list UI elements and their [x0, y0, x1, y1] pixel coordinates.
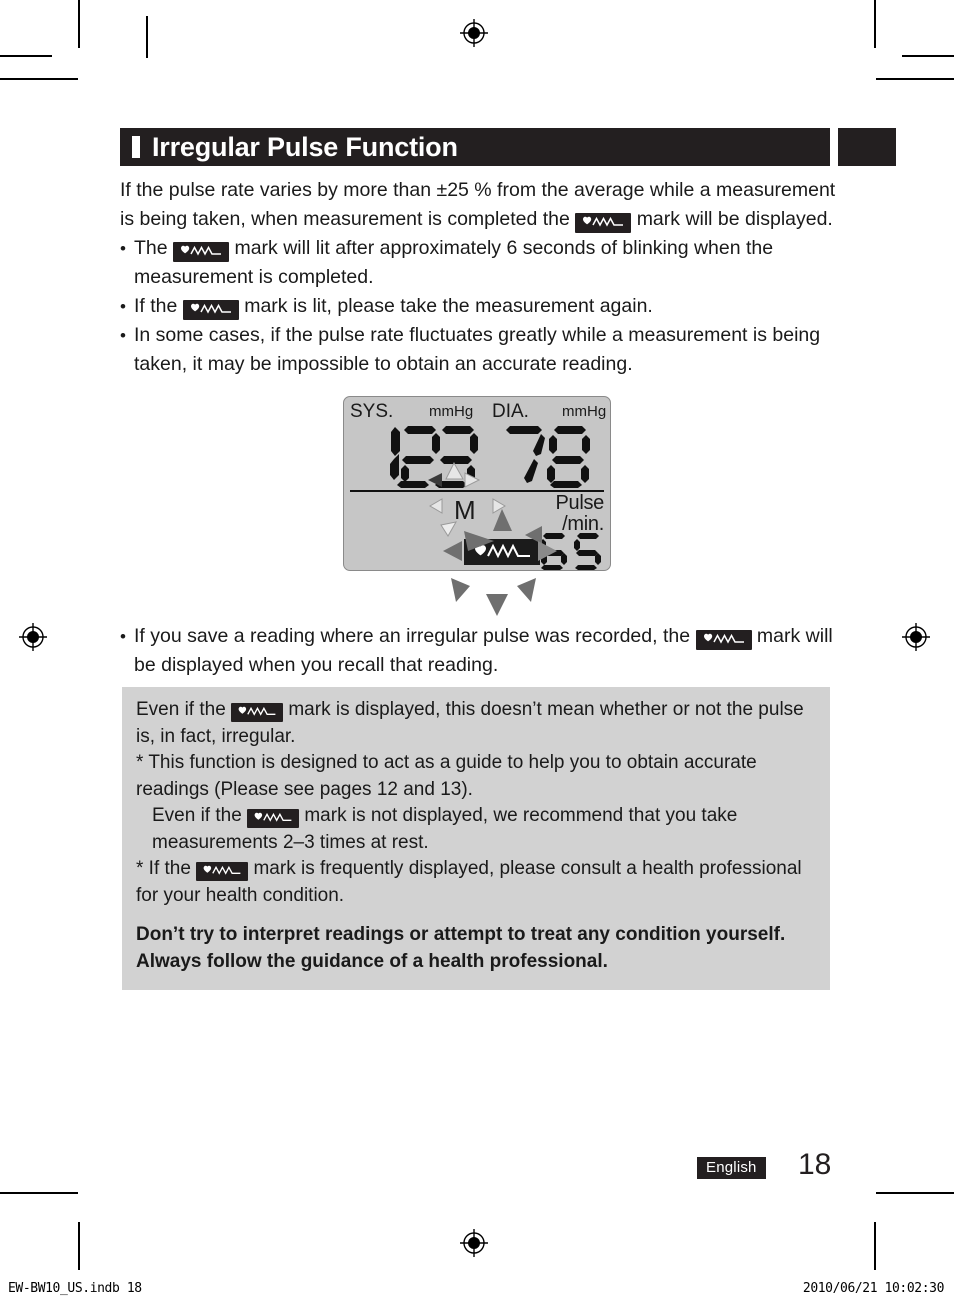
- print-file-name: EW-BW10_US.indb 18: [8, 1281, 142, 1296]
- crop-mark-top-right-horizontal: [902, 55, 954, 57]
- pointer-arrow-above-divider-right: [462, 471, 482, 489]
- language-badge: English: [697, 1157, 766, 1179]
- bullet-item-save-reading: • If you save a reading where an irregul…: [120, 622, 850, 680]
- main-content: If the pulse rate varies by more than ±2…: [120, 176, 850, 379]
- lcd-screen: SYS. mmHg DIA. mmHg M Pulse /min.: [343, 396, 611, 571]
- bullet-item-2-body: If the mark is lit, please take the meas…: [134, 292, 850, 321]
- bullet-2-part2: mark is lit, please take the measurement…: [244, 295, 653, 317]
- header-edge-tab: [838, 128, 896, 166]
- pointer-arrow-center-down: [462, 527, 496, 553]
- bullet-item-3: • In some cases, if the pulse rate fluct…: [120, 321, 850, 379]
- lcd-pulse-label-group: Pulse /min.: [555, 493, 604, 535]
- post-lcd-part1: If you save a reading where an irregular…: [134, 625, 691, 647]
- crop-mark-top-right-horizontal-2: [876, 78, 954, 80]
- registration-mark-top: [459, 18, 489, 48]
- irregular-pulse-mark-icon: [247, 809, 300, 829]
- note-line-3-part1: Even if the: [152, 805, 242, 826]
- note-line-2: * This function is designed to act as a …: [136, 752, 757, 800]
- irregular-pulse-mark-icon: [231, 703, 284, 723]
- pointer-arrow-above-divider-left: [425, 471, 445, 489]
- bullet-1-part1: The: [134, 237, 168, 259]
- pointer-arrow-diagonal-upleft: [439, 519, 459, 539]
- bullet-marker: •: [120, 326, 126, 345]
- section-header-bar: Irregular Pulse Function: [120, 128, 830, 166]
- lcd-display-illustration: SYS. mmHg DIA. mmHg M Pulse /min.: [343, 396, 611, 616]
- lcd-dia-label: DIA.: [492, 401, 529, 422]
- irregular-pulse-mark-icon: [695, 629, 752, 650]
- intro-text-part2: mark will be displayed.: [636, 208, 833, 230]
- pointer-arrow-outside-center: [484, 592, 510, 620]
- pointer-arrow-left-upper: [428, 497, 446, 515]
- pointer-arrow-badge-left: [440, 538, 466, 564]
- note-line-4-part1: * If the: [136, 858, 191, 879]
- page-title: Irregular Pulse Function: [152, 131, 458, 162]
- crop-mark-top-left-horizontal-2: [0, 78, 78, 80]
- pointer-arrow-outside-left: [448, 576, 474, 604]
- registration-mark-right: [901, 622, 931, 652]
- bullet-item-3-body: In some cases, if the pulse rate fluctua…: [134, 324, 821, 375]
- note-bold-line-2: Always follow the guidance of a health p…: [136, 950, 608, 972]
- bullet-item-1-body: The mark will lit after approximately 6 …: [134, 234, 850, 292]
- bullet-marker: •: [120, 297, 126, 316]
- irregular-pulse-mark-icon: [173, 241, 230, 262]
- crop-mark-bottom-left-vertical: [78, 1222, 80, 1270]
- note-box: Even if the mark is displayed, this does…: [122, 687, 830, 990]
- pointer-arrow-outside-right: [513, 576, 539, 604]
- crop-mark-top-left-horizontal: [0, 55, 52, 57]
- note-spacer: [136, 909, 816, 922]
- registration-mark-left: [18, 622, 48, 652]
- lcd-pulse-label: Pulse: [555, 492, 604, 514]
- irregular-pulse-mark-icon: [182, 299, 239, 320]
- pointer-arrow-badge-right: [534, 538, 560, 564]
- bullet-save-reading-body: If you save a reading where an irregular…: [134, 622, 850, 680]
- bullet-marker: •: [120, 239, 126, 258]
- lcd-sys-label: SYS.: [350, 401, 394, 422]
- note-bold-line-1: Don’t try to interpret readings or attem…: [136, 924, 786, 945]
- lcd-dia-unit: mmHg: [562, 403, 607, 420]
- crop-mark-top-right-vertical: [874, 0, 876, 48]
- note-line-4: * If the mark is frequently displayed, p…: [136, 856, 816, 909]
- irregular-pulse-mark-icon: [196, 862, 249, 882]
- pointer-arrow-above-divider-center: [444, 461, 464, 481]
- bullet-item-2: • If the mark is lit, please take the me…: [120, 292, 850, 321]
- crop-mark-bottom-right-horizontal: [876, 1192, 954, 1194]
- page-number: 18: [798, 1148, 832, 1181]
- registration-mark-bottom: [459, 1228, 489, 1258]
- bullet-marker: •: [120, 627, 126, 646]
- header-tick-icon: [132, 136, 140, 158]
- note-line-1: Even if the mark is displayed, this does…: [136, 697, 816, 750]
- crop-mark-top-left-vertical-2: [146, 16, 148, 58]
- intro-paragraph: If the pulse rate varies by more than ±2…: [120, 176, 850, 234]
- lcd-dia-value: [506, 423, 598, 489]
- crop-mark-bottom-left-horizontal: [0, 1192, 78, 1194]
- lcd-sys-unit: mmHg: [429, 403, 474, 420]
- irregular-pulse-mark-icon: [575, 212, 632, 233]
- crop-mark-top-left-vertical: [78, 0, 80, 48]
- post-lcd-bullet-container: • If you save a reading where an irregul…: [120, 622, 850, 680]
- bullet-item-1: • The mark will lit after approximately …: [120, 234, 850, 292]
- crop-mark-bottom-right-vertical: [874, 1222, 876, 1270]
- note-line-1-part1: Even if the: [136, 699, 226, 720]
- bullet-2-part1: If the: [134, 295, 178, 317]
- note-line-3: Even if the mark is not displayed, we re…: [136, 803, 816, 856]
- print-timestamp: 2010/06/21 10:02:30: [802, 1281, 945, 1296]
